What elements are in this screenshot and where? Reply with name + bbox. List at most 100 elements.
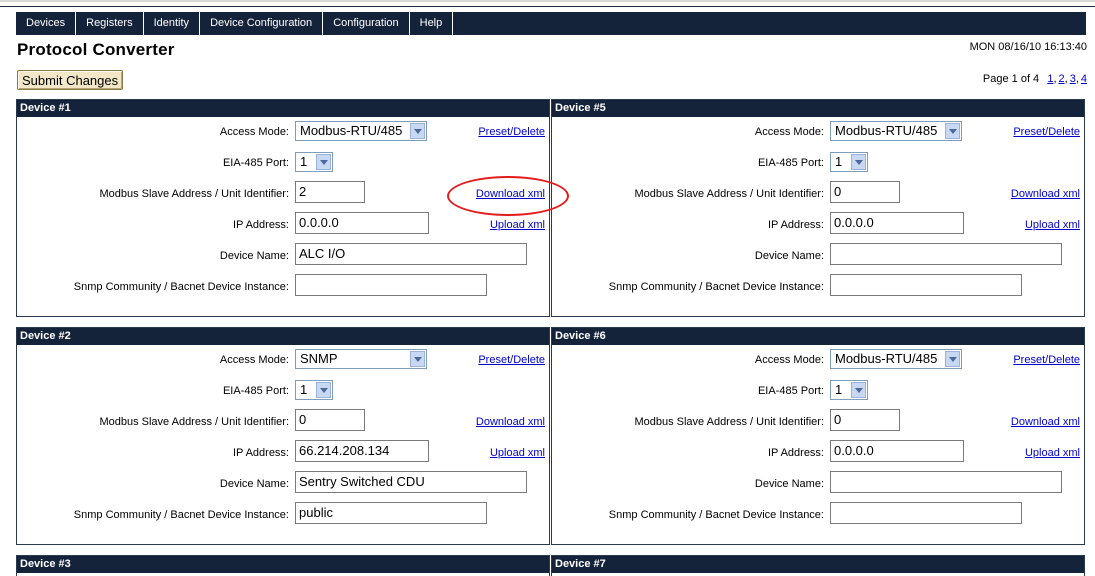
device-name-input[interactable]: Sentry Switched CDU: [295, 471, 527, 493]
page-link-3[interactable]: 3: [1070, 73, 1076, 85]
eia-port-select[interactable]: 1: [295, 152, 333, 172]
slave-address-input[interactable]: 2: [295, 181, 365, 203]
dropdown-arrow-icon[interactable]: [410, 351, 425, 367]
top-border-line: [0, 6, 1095, 7]
snmp-community-label: Snmp Community / Bacnet Device Instance:: [73, 281, 289, 293]
snmp-community-row: Snmp Community / Bacnet Device Instance:: [552, 272, 1084, 303]
ip-address-row: IP Address: 66.214.208.134 Upload xml: [17, 438, 549, 469]
slave-address-input[interactable]: 0: [295, 409, 365, 431]
access-mode-select[interactable]: Modbus-RTU/485: [295, 121, 427, 141]
eia-port-select[interactable]: 1: [830, 380, 868, 400]
datetime-display: MON 08/16/10 16:13:40: [969, 41, 1087, 53]
pagination: Page 1 of 4 1, 2, 3, 4: [982, 73, 1087, 85]
snmp-community-input[interactable]: [830, 274, 1022, 296]
device-name-row: Device Name:: [552, 469, 1084, 500]
preset-delete-link[interactable]: Preset/Delete: [1013, 121, 1080, 143]
dropdown-arrow-icon[interactable]: [316, 382, 331, 398]
device-panel-title: Device #7: [552, 556, 1084, 573]
device-name-label: Device Name:: [754, 250, 824, 262]
eia-port-value: 1: [300, 154, 308, 169]
slave-address-row: Modbus Slave Address / Unit Identifier: …: [552, 407, 1084, 438]
upload-xml-link[interactable]: Upload xml: [1025, 214, 1080, 236]
nav-devices[interactable]: Devices: [16, 12, 77, 35]
eia-port-value: 1: [300, 382, 308, 397]
device-name-input[interactable]: [830, 243, 1062, 265]
dropdown-arrow-icon[interactable]: [851, 154, 866, 170]
nav-configuration[interactable]: Configuration: [323, 12, 410, 35]
device-name-input[interactable]: ALC I/O: [295, 243, 527, 265]
page-link-4[interactable]: 4: [1081, 73, 1087, 85]
eia-port-label: EIA-485 Port:: [222, 157, 289, 169]
page-link-1[interactable]: 1: [1047, 73, 1053, 85]
ip-address-label: IP Address:: [767, 447, 824, 459]
dropdown-arrow-icon[interactable]: [410, 123, 425, 139]
snmp-community-row: Snmp Community / Bacnet Device Instance:: [552, 500, 1084, 531]
device-panel-2: Device #2 Access Mode: SNMP Preset/Delet…: [16, 327, 550, 545]
access-mode-select[interactable]: Modbus-RTU/485: [830, 349, 962, 369]
snmp-community-input[interactable]: [830, 502, 1022, 524]
submit-changes-button[interactable]: Submit Changes: [17, 70, 124, 90]
upload-xml-link[interactable]: Upload xml: [1025, 442, 1080, 464]
ip-address-input[interactable]: 0.0.0.0: [830, 212, 964, 234]
device-panel-title: Device #5: [552, 100, 1084, 117]
download-xml-link[interactable]: Download xml: [1011, 183, 1080, 205]
download-xml-link[interactable]: Download xml: [476, 183, 545, 205]
ip-address-label: IP Address:: [767, 219, 824, 231]
device-name-input[interactable]: [830, 471, 1062, 493]
preset-delete-link[interactable]: Preset/Delete: [1013, 349, 1080, 371]
eia-port-label: EIA-485 Port:: [222, 385, 289, 397]
slave-address-label: Modbus Slave Address / Unit Identifier:: [99, 416, 289, 428]
device-panel-7: Device #7: [551, 555, 1085, 576]
snmp-community-input[interactable]: [295, 274, 487, 296]
slave-address-label: Modbus Slave Address / Unit Identifier:: [634, 416, 824, 428]
ip-address-input[interactable]: 66.214.208.134: [295, 440, 429, 462]
top-border: [0, 0, 1095, 2]
upload-xml-link[interactable]: Upload xml: [490, 214, 545, 236]
nav-identity[interactable]: Identity: [144, 12, 201, 35]
page-link-2[interactable]: 2: [1059, 73, 1065, 85]
slave-address-input[interactable]: 0: [830, 409, 900, 431]
device-panel-6: Device #6 Access Mode: Modbus-RTU/485 Pr…: [551, 327, 1085, 545]
dropdown-arrow-icon[interactable]: [945, 123, 960, 139]
slave-address-input[interactable]: 0: [830, 181, 900, 203]
access-mode-select[interactable]: Modbus-RTU/485: [830, 121, 962, 141]
device-name-row: Device Name: ALC I/O: [17, 241, 549, 272]
nav-help[interactable]: Help: [410, 12, 454, 35]
access-mode-label: Access Mode:: [219, 354, 289, 366]
nav-registers[interactable]: Registers: [76, 12, 144, 35]
dropdown-arrow-icon[interactable]: [316, 154, 331, 170]
access-mode-label: Access Mode:: [754, 126, 824, 138]
device-name-label: Device Name:: [219, 478, 289, 490]
ip-address-row: IP Address: 0.0.0.0 Upload xml: [552, 438, 1084, 469]
access-mode-value: Modbus-RTU/485: [835, 123, 938, 138]
access-mode-label: Access Mode:: [219, 126, 289, 138]
eia-port-select[interactable]: 1: [830, 152, 868, 172]
eia-port-select[interactable]: 1: [295, 380, 333, 400]
ip-address-label: IP Address:: [232, 219, 289, 231]
dropdown-arrow-icon[interactable]: [945, 351, 960, 367]
upload-xml-link[interactable]: Upload xml: [490, 442, 545, 464]
slave-address-row: Modbus Slave Address / Unit Identifier: …: [17, 179, 549, 210]
eia-port-label: EIA-485 Port:: [757, 385, 824, 397]
access-mode-row: Access Mode: Modbus-RTU/485 Preset/Delet…: [17, 117, 549, 148]
ip-address-label: IP Address:: [232, 447, 289, 459]
eia-port-row: EIA-485 Port: 1: [17, 376, 549, 407]
snmp-community-label: Snmp Community / Bacnet Device Instance:: [608, 281, 824, 293]
device-name-row: Device Name: Sentry Switched CDU: [17, 469, 549, 500]
download-xml-link[interactable]: Download xml: [476, 411, 545, 433]
preset-delete-link[interactable]: Preset/Delete: [478, 121, 545, 143]
preset-delete-link[interactable]: Preset/Delete: [478, 349, 545, 371]
snmp-community-input[interactable]: public: [295, 502, 487, 524]
ip-address-input[interactable]: 0.0.0.0: [830, 440, 964, 462]
ip-address-input[interactable]: 0.0.0.0: [295, 212, 429, 234]
nav-device-configuration[interactable]: Device Configuration: [200, 12, 324, 35]
snmp-community-label: Snmp Community / Bacnet Device Instance:: [608, 509, 824, 521]
download-xml-link[interactable]: Download xml: [1011, 411, 1080, 433]
slave-address-label: Modbus Slave Address / Unit Identifier:: [99, 188, 289, 200]
dropdown-arrow-icon[interactable]: [851, 382, 866, 398]
access-mode-select[interactable]: SNMP: [295, 349, 427, 369]
device-name-label: Device Name:: [754, 478, 824, 490]
eia-port-row: EIA-485 Port: 1: [552, 376, 1084, 407]
access-mode-value: Modbus-RTU/485: [300, 123, 403, 138]
device-panel-title: Device #1: [17, 100, 549, 117]
